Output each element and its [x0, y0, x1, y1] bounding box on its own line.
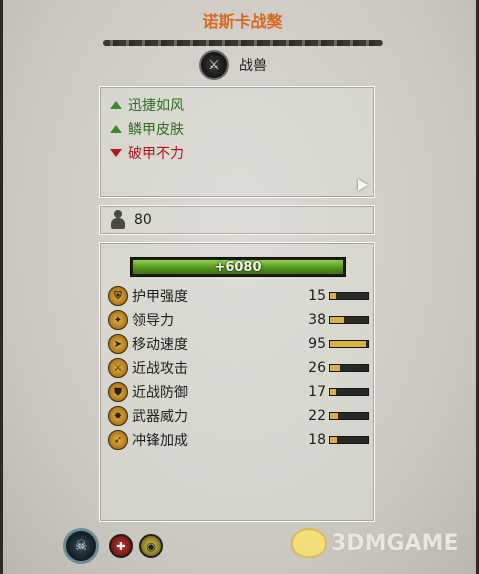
stat-bar: [329, 364, 369, 372]
ability-eye-icon[interactable]: ◉: [139, 534, 163, 558]
trait-item[interactable]: 破甲不力: [110, 141, 364, 165]
positive-trait-icon: [110, 101, 122, 109]
melee-attack-icon: ⚔: [108, 358, 128, 378]
faction-skull-icon[interactable]: ☠: [63, 528, 99, 564]
stat-row[interactable]: ⛨ 护甲强度 15: [108, 285, 370, 307]
traits-box: 迅捷如风 鳞甲皮肤 破甲不力: [99, 86, 375, 198]
stat-bar-fill: [330, 341, 367, 347]
stat-value: 38: [308, 312, 326, 328]
speed-icon: ➤: [108, 334, 128, 354]
ability-red-icon[interactable]: ✚: [109, 534, 133, 558]
unit-class-label: 战兽: [239, 58, 267, 74]
stat-bar: [329, 412, 369, 420]
stats-box: +6080 ⛨ 护甲强度 15 ✦ 领导力 38 ➤ 移动速度 95 ⚔ 近战攻击 26 ⛊ 近战防御 17…: [99, 242, 375, 522]
stat-bar-fill: [330, 293, 336, 299]
watermark-text: 3DMGAME: [331, 530, 459, 556]
stat-row[interactable]: ⛊ 近战防御 17: [108, 381, 370, 403]
leadership-icon: ✦: [108, 310, 128, 330]
stat-bar: [329, 292, 369, 300]
stat-bar: [329, 316, 369, 324]
trait-label: 鳞甲皮肤: [128, 122, 184, 138]
armor-icon: ⛨: [108, 286, 128, 306]
health-bar[interactable]: +6080: [130, 257, 346, 277]
negative-trait-icon: [110, 149, 122, 157]
upkeep-value: 80: [134, 212, 152, 228]
charge-bonus-icon: ➶: [108, 430, 128, 450]
stat-value: 26: [308, 360, 326, 376]
stat-name: 冲锋加成: [132, 433, 188, 449]
stat-bar: [329, 388, 369, 396]
stat-row[interactable]: ⚔ 近战攻击 26: [108, 357, 370, 379]
stat-bar: [329, 436, 369, 444]
stat-bar-fill: [330, 437, 337, 443]
positive-trait-icon: [110, 125, 122, 133]
stat-row[interactable]: ➤ 移动速度 95: [108, 333, 370, 355]
stat-name: 近战攻击: [132, 361, 188, 377]
stat-name: 移动速度: [132, 337, 188, 353]
stat-bar-fill: [330, 389, 337, 395]
stat-row[interactable]: ✸ 武器威力 22: [108, 405, 370, 427]
trait-label: 破甲不力: [128, 146, 184, 162]
title-divider: [103, 40, 383, 46]
upkeep-person-icon: [110, 210, 126, 230]
stat-value: 18: [308, 432, 326, 448]
stat-name: 护甲强度: [132, 289, 188, 305]
health-value: +6080: [214, 259, 262, 275]
trait-item[interactable]: 迅捷如风: [110, 93, 364, 117]
stat-bar-fill: [330, 365, 340, 371]
trait-label: 迅捷如风: [128, 98, 184, 114]
unit-name-title: 诺斯卡战獒: [202, 12, 283, 31]
stat-value: 15: [308, 288, 326, 304]
unit-info-panel: 诺斯卡战獒 ⚔ 战兽 迅捷如风 鳞甲皮肤 破甲不力 80 +6080 ⛨ 护甲强度…: [0, 0, 479, 574]
stat-value: 17: [308, 384, 326, 400]
upkeep-box: 80: [99, 205, 375, 235]
stat-value: 95: [308, 336, 326, 352]
mascot-icon: [291, 528, 327, 558]
unit-class-row: ⚔ 战兽: [199, 50, 267, 80]
stat-value: 22: [308, 408, 326, 424]
stat-name: 武器威力: [132, 409, 188, 425]
stat-row[interactable]: ✦ 领导力 38: [108, 309, 370, 331]
trait-item[interactable]: 鳞甲皮肤: [110, 117, 364, 141]
stat-name: 近战防御: [132, 385, 188, 401]
expand-arrow-icon[interactable]: [358, 179, 368, 191]
stat-row[interactable]: ➶ 冲锋加成 18: [108, 429, 370, 451]
melee-defence-icon: ⛊: [108, 382, 128, 402]
stat-bar: [329, 340, 369, 348]
watermark: 3DMGAME: [291, 528, 458, 558]
stat-bar-fill: [330, 413, 339, 419]
weapon-strength-icon: ✸: [108, 406, 128, 426]
bottom-icon-row: ☠ ✚ ◉: [63, 528, 163, 564]
war-beast-class-icon[interactable]: ⚔: [199, 50, 229, 80]
stat-name: 领导力: [132, 313, 174, 329]
stat-bar-fill: [330, 317, 345, 323]
